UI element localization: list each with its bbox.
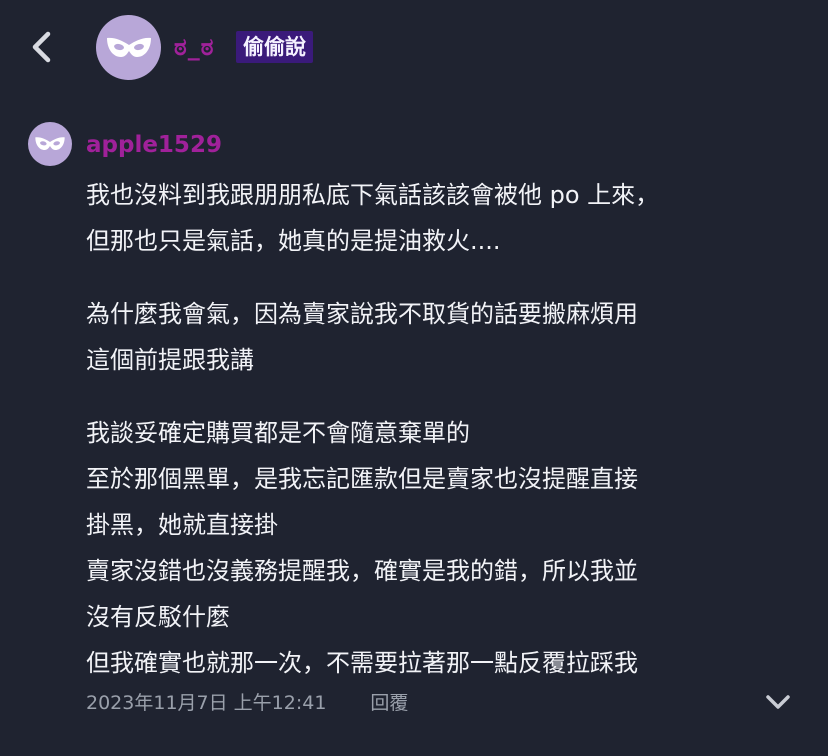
comment-line: 賣家沒錯也沒義務提醒我，確實是我的錯，所以我並 <box>86 557 638 585</box>
comment-line: 為什麼我會氣，因為賣家說我不取貨的話要搬麻煩用 <box>86 300 638 328</box>
comment-paragraph: 為什麼我會氣，因為賣家說我不取貨的話要搬麻煩用 這個前提跟我講 <box>86 291 806 383</box>
comment-screen: ಠ_ಠ 偷偷說 apple1529 我也沒料到我跟朋朋私底下氣話該該會被他 po… <box>0 0 828 756</box>
comment-paragraph: 我談妥確定購買都是不會隨意棄單的 至於那個黑單，是我忘記匯款但是賣家也沒提醒直接… <box>86 410 806 686</box>
comment-line: 這個前提跟我講 <box>86 346 254 374</box>
anonymous-badge: 偷偷說 <box>236 31 313 63</box>
comment-line: 掛黑，她就直接掛 <box>86 511 278 539</box>
comment-author-name[interactable]: apple1529 <box>86 130 222 160</box>
comment-timestamp: 2023年11月7日 上午12:41 <box>86 691 327 714</box>
mask-icon <box>35 137 65 150</box>
back-button[interactable] <box>24 26 64 68</box>
chevron-down-icon <box>766 695 790 709</box>
chevron-left-icon <box>32 31 51 63</box>
comment-avatar[interactable] <box>28 122 72 166</box>
comment-line: 我也沒料到我跟朋朋私底下氣話該該會被他 po 上來， <box>86 181 660 209</box>
reply-button[interactable]: 回覆 <box>370 688 408 715</box>
post-author-name[interactable]: ಠ_ಠ <box>174 32 214 62</box>
comment-paragraph: 我也沒料到我跟朋朋私底下氣話該該會被他 po 上來， 但那也只是氣話，她真的是提… <box>86 172 806 264</box>
comment-line: 我談妥確定購買都是不會隨意棄單的 <box>86 419 470 447</box>
mask-icon <box>106 37 151 57</box>
comment-line: 但那也只是氣話，她真的是提油救火.... <box>86 227 501 255</box>
comment-body: 我也沒料到我跟朋朋私底下氣話該該會被他 po 上來， 但那也只是氣話，她真的是提… <box>86 172 806 686</box>
expand-button[interactable] <box>762 688 794 716</box>
comment-line: 沒有反駁什麼 <box>86 603 230 631</box>
post-author-avatar[interactable] <box>96 15 161 80</box>
comment-footer: 2023年11月7日 上午12:41 回覆 <box>86 686 408 716</box>
comment-line: 但我確實也就那一次，不需要拉著那一點反覆拉踩我 <box>86 649 638 677</box>
comment-line: 至於那個黑單，是我忘記匯款但是賣家也沒提醒直接 <box>86 465 638 493</box>
